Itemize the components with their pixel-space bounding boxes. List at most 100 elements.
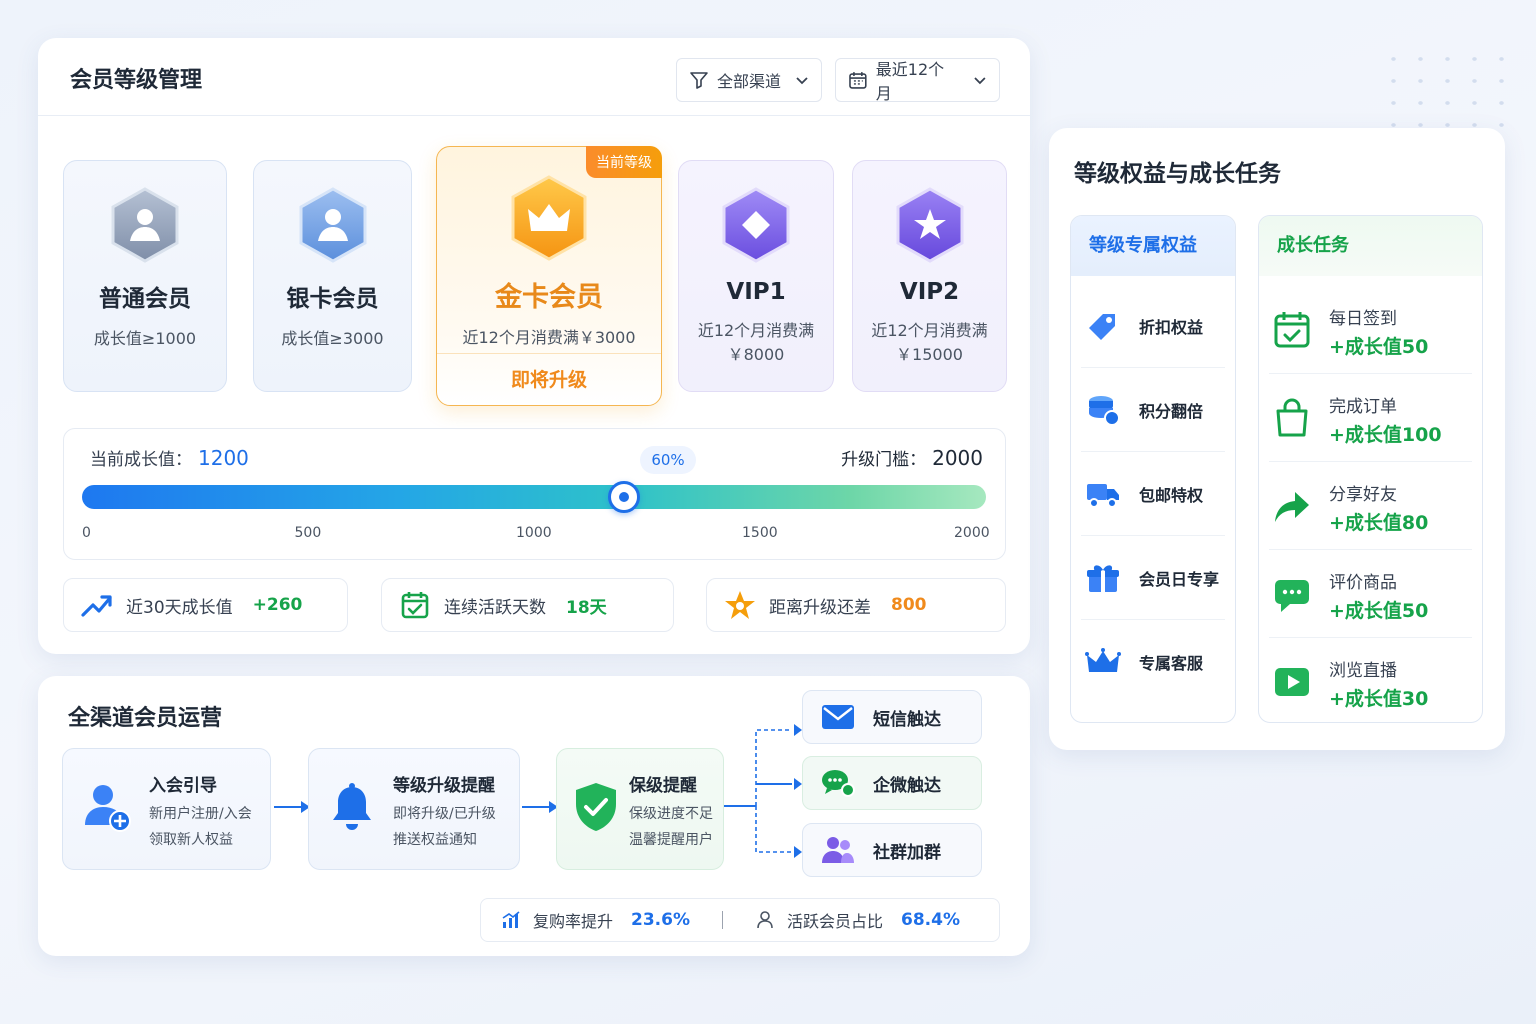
current-growth-value: 1200 [198,446,249,470]
stat-30d-growth: 近30天成长值 +260 [63,578,348,632]
benefit-item[interactable]: 包邮特权 [1081,452,1225,536]
stat-label: 距离升级还差 [769,597,871,618]
calendar-check-icon [1274,312,1310,348]
touch-wecom[interactable]: 企微触达 [802,756,982,810]
benefit-item[interactable]: 会员日专享 [1081,536,1225,620]
crown-badge-icon [511,175,587,261]
omnichannel-ops-card: 全渠道会员运营 入会引导 新用户注册/入会 领取新人权益 等级升级提醒 即将升级/… [38,676,1030,956]
stat-active-days: 连续活跃天数 18天 [381,578,674,632]
task-item[interactable]: 每日签到 +成长值50 [1269,286,1472,374]
task-reward: +成长值30 [1329,688,1429,710]
step-upgrade-reminder[interactable]: 等级升级提醒 即将升级/已升级 推送权益通知 [308,748,520,870]
tick-label: 1000 [516,525,552,541]
progress-track [82,485,986,509]
threshold-value: 2000 [932,446,983,470]
task-item[interactable]: 浏览直播 +成长值30 [1269,638,1472,722]
tier-name: 普通会员 [99,286,191,312]
summary-value: 68.4% [901,910,960,930]
current-level-tag: 当前等级 [586,146,662,178]
tier-card-gold-current[interactable]: 当前等级 金卡会员 近12个月消费满￥3000 即将升级 [436,146,662,406]
divider [437,353,661,354]
tier-card-vip1[interactable]: VIP1 近12个月消费满￥8000 [678,160,834,392]
stat-upgrade-gap: 距离升级还差 800 [706,578,1006,632]
crown-icon [1085,648,1121,672]
member-level-card: 会员等级管理 全部渠道 最近12个月 普通会员 成长值≥1000 银卡会员 成长… [38,38,1030,654]
user-badge-icon [299,187,366,263]
period-filter-dropdown[interactable]: 最近12个月 [835,58,1000,103]
chevron-down-icon [974,77,986,85]
channel-filter-dropdown[interactable]: 全部渠道 [676,58,822,102]
section-title: 全渠道会员运营 [68,706,223,731]
decorative-dots [1380,48,1510,128]
tier-condition: 近12个月消费满￥15000 [871,321,988,364]
page-title: 会员等级管理 [70,68,203,93]
bar-chart-icon [502,911,520,928]
ops-summary-bar: 复购率提升 23.6% 活跃会员占比 68.4% [480,898,1000,942]
section-title: 等级权益与成长任务 [1074,161,1281,187]
current-growth: 当前成长值： 1200 [90,445,249,470]
step-title: 入会引导 [149,776,217,796]
tier-card-normal[interactable]: 普通会员 成长值≥1000 [63,160,227,392]
summary-label: 活跃会员占比 [787,912,884,931]
channel-filter-label: 全部渠道 [717,72,782,91]
progress-percent-bubble: 60% [640,446,696,474]
task-name: 每日签到 [1329,309,1397,329]
shopping-bag-icon [1276,398,1308,437]
touch-label: 社群加群 [873,842,941,863]
task-reward: +成长值100 [1329,424,1442,446]
tag-icon [1089,313,1115,340]
comment-icon [1275,580,1309,612]
summary-label: 复购率提升 [533,912,614,931]
current-growth-label: 当前成长值： [90,450,192,470]
step-join-guide[interactable]: 入会引导 新用户注册/入会 领取新人权益 [62,748,271,870]
benefit-column-header: 等级专属权益 [1071,216,1235,276]
growth-progress-panel: 当前成长值： 1200 60% 升级门槛： 2000 0 500 1000 1500… [63,428,1006,560]
tick-label: 1500 [742,525,778,541]
upgrade-soon-label[interactable]: 即将升级 [437,365,661,392]
task-name: 评价商品 [1329,573,1397,593]
touch-label: 企微触达 [873,775,941,796]
touch-label: 短信触达 [873,709,941,730]
task-reward: +成长值50 [1329,600,1429,622]
star-badge-icon [896,187,963,263]
stat-value: +260 [252,595,303,615]
divider [722,911,723,929]
task-item[interactable]: 完成订单 +成长值100 [1269,374,1472,462]
tier-name: 银卡会员 [286,286,379,312]
task-name: 浏览直播 [1329,661,1397,681]
card-header: 会员等级管理 全部渠道 最近12个月 [38,38,1030,116]
benefit-column: 等级专属权益 折扣权益 积分翻倍 包邮特权 会员日专享 专属客服 [1070,215,1236,723]
flow-arrow [274,801,310,813]
benefit-item[interactable]: 积分翻倍 [1081,368,1225,452]
user-badge-icon [111,187,179,263]
task-item[interactable]: 评价商品 +成长值50 [1269,550,1472,638]
threshold-label: 升级门槛： [841,450,927,470]
benefit-item[interactable]: 专属客服 [1081,620,1225,704]
calendar-icon [849,72,867,89]
tier-name: VIP1 [726,279,786,305]
benefit-item[interactable]: 折扣权益 [1081,284,1225,368]
stat-value: 18天 [566,597,607,618]
trend-up-icon [81,595,112,617]
gift-icon [1087,564,1119,592]
branch-connector [724,724,802,858]
task-item[interactable]: 分享好友 +成长值80 [1269,462,1472,550]
touch-community[interactable]: 社群加群 [802,823,982,877]
tier-condition: 近12个月消费满￥3000 [462,328,636,347]
tier-card-vip2[interactable]: VIP2 近12个月消费满￥15000 [852,160,1007,392]
summary-value: 23.6% [631,910,690,930]
tick-label: 2000 [954,525,990,541]
stat-label: 近30天成长值 [126,597,233,618]
step-desc: 新用户注册/入会 领取新人权益 [149,806,252,848]
step-title: 等级升级提醒 [393,776,495,796]
filter-icon [690,72,708,89]
upgrade-threshold: 升级门槛： 2000 [841,445,983,470]
add-user-icon [85,785,131,832]
play-video-icon [1275,668,1309,696]
step-retain-reminder[interactable]: 保级提醒 保级进度不足 温馨提醒用户 [556,748,724,870]
touch-sms[interactable]: 短信触达 [802,690,982,744]
task-column-header: 成长任务 [1259,216,1482,276]
task-reward: +成长值50 [1329,336,1429,358]
tick-label: 500 [294,525,322,541]
tier-card-silver[interactable]: 银卡会员 成长值≥3000 [253,160,412,392]
